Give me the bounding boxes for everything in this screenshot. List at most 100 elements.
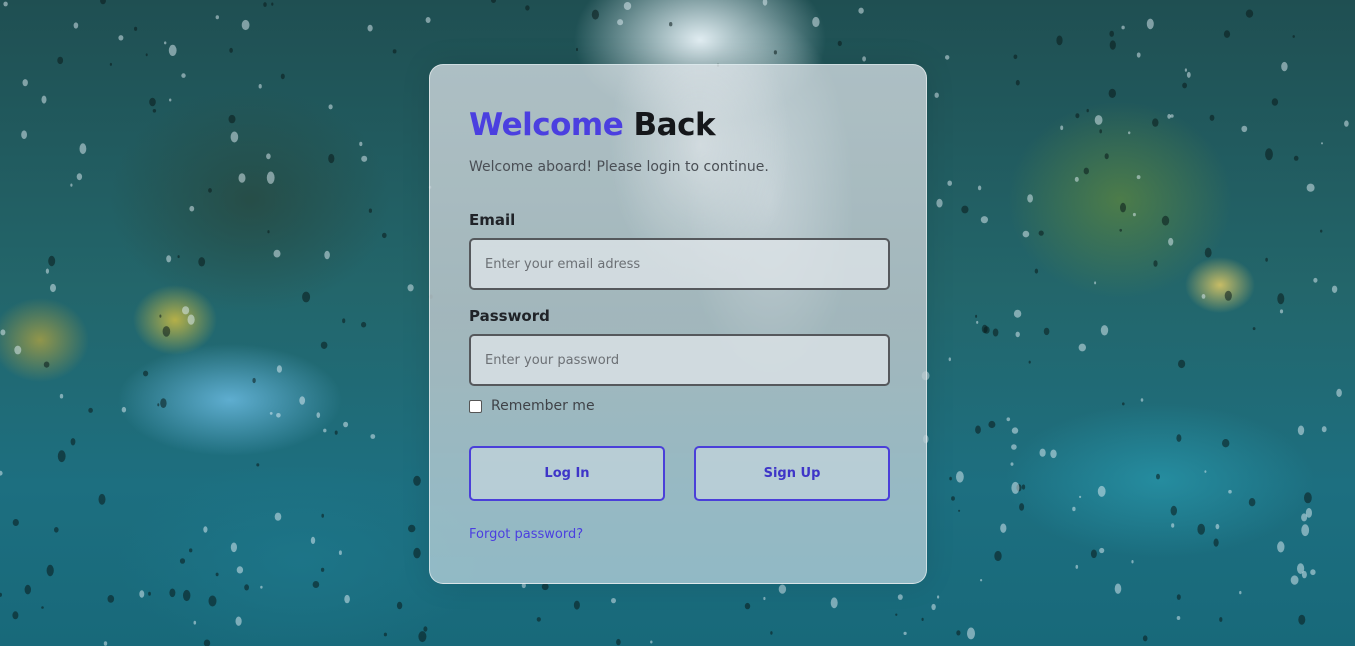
raindrop [1136, 175, 1141, 180]
remember-me-row: Remember me [469, 398, 595, 414]
raindrop [98, 493, 106, 505]
raindrop [70, 438, 76, 446]
raindrop [1170, 114, 1174, 118]
raindrop [1028, 360, 1031, 364]
raindrop [1075, 113, 1080, 119]
raindrop [1011, 427, 1019, 434]
raindrop [1021, 484, 1026, 490]
raindrop [302, 291, 311, 303]
raindrop [383, 632, 387, 637]
raindrop [423, 626, 428, 632]
raindrop [103, 641, 108, 646]
raindrop [79, 143, 87, 155]
raindrop [312, 581, 320, 588]
raindrop [160, 398, 167, 408]
raindrop [977, 185, 982, 191]
raindrop [1083, 167, 1090, 175]
raindrop [980, 579, 983, 582]
raindrop [280, 73, 285, 80]
raindrop [1239, 590, 1242, 595]
raindrop [1213, 538, 1219, 547]
raindrop [1241, 125, 1248, 133]
raindrop [1271, 98, 1279, 106]
raindrop [168, 44, 177, 57]
raindrop [1306, 183, 1315, 192]
raindrop [1022, 230, 1030, 238]
raindrop [1121, 25, 1125, 30]
remember-me-label: Remember me [491, 398, 595, 414]
raindrop [258, 84, 262, 89]
raindrop [762, 0, 768, 6]
raindrop [967, 627, 975, 640]
raindrop [183, 589, 191, 602]
raindrop [1043, 327, 1050, 336]
raindrop [778, 584, 787, 594]
raindrop [858, 7, 864, 14]
raindrop [1119, 228, 1122, 232]
raindrop [1321, 142, 1323, 145]
raindrop [1140, 398, 1144, 402]
password-field[interactable] [469, 334, 890, 386]
raindrop [1170, 505, 1178, 516]
raindrop [392, 49, 397, 54]
raindrop [324, 250, 330, 260]
raindrop [1056, 35, 1063, 46]
raindrop [1248, 498, 1256, 507]
raindrop [1197, 523, 1205, 535]
raindrop [1277, 293, 1285, 305]
raindrop [1099, 547, 1105, 554]
raindrop [177, 255, 180, 259]
remember-me-checkbox[interactable] [469, 399, 482, 413]
title-accent-word: Welcome [469, 107, 624, 143]
email-field[interactable] [469, 238, 890, 290]
raindrop [179, 558, 186, 564]
raindrop [54, 527, 59, 533]
raindrop [0, 329, 6, 336]
raindrop [266, 171, 275, 184]
signup-button[interactable]: Sign Up [694, 446, 890, 501]
raindrop [121, 406, 127, 413]
raindrop [187, 314, 195, 325]
raindrop [162, 326, 171, 337]
raindrop [980, 216, 989, 224]
raindrop [1223, 30, 1231, 38]
raindrop [616, 638, 621, 646]
raindrop [208, 595, 217, 607]
raindrop [1104, 153, 1109, 160]
raindrop [934, 92, 939, 98]
raindrop [256, 463, 260, 467]
raindrop [981, 324, 988, 334]
raindrop [203, 639, 211, 646]
raindrop [1290, 575, 1299, 585]
raindrop [1094, 115, 1103, 125]
raindrop [320, 567, 325, 572]
raindrop [1331, 285, 1338, 293]
raindrop [382, 232, 387, 239]
raindrop [1097, 485, 1106, 497]
raindrop [134, 26, 138, 31]
raindrop [1108, 88, 1117, 98]
raindrop [418, 631, 427, 643]
raindrop [976, 320, 979, 324]
raindrop [1038, 230, 1044, 236]
raindrop [895, 613, 898, 616]
raindrop [321, 513, 325, 518]
raindrop [1128, 131, 1131, 135]
raindrop [611, 598, 616, 604]
raindrop [263, 2, 267, 7]
raindrop [1336, 388, 1342, 397]
raindrop [1090, 549, 1097, 559]
raindrop [1321, 426, 1327, 433]
raindrop [862, 56, 866, 62]
raindrop [1176, 434, 1182, 442]
raindrop [21, 130, 27, 139]
forgot-password-link[interactable]: Forgot password? [469, 527, 583, 542]
raindrop [139, 590, 145, 598]
raindrop [1109, 30, 1114, 37]
raindrop [1153, 260, 1158, 267]
raindrop [57, 56, 64, 65]
raindrop [12, 519, 19, 526]
raindrop [1015, 79, 1020, 86]
raindrop [181, 73, 186, 78]
login-button[interactable]: Log In [469, 446, 665, 501]
